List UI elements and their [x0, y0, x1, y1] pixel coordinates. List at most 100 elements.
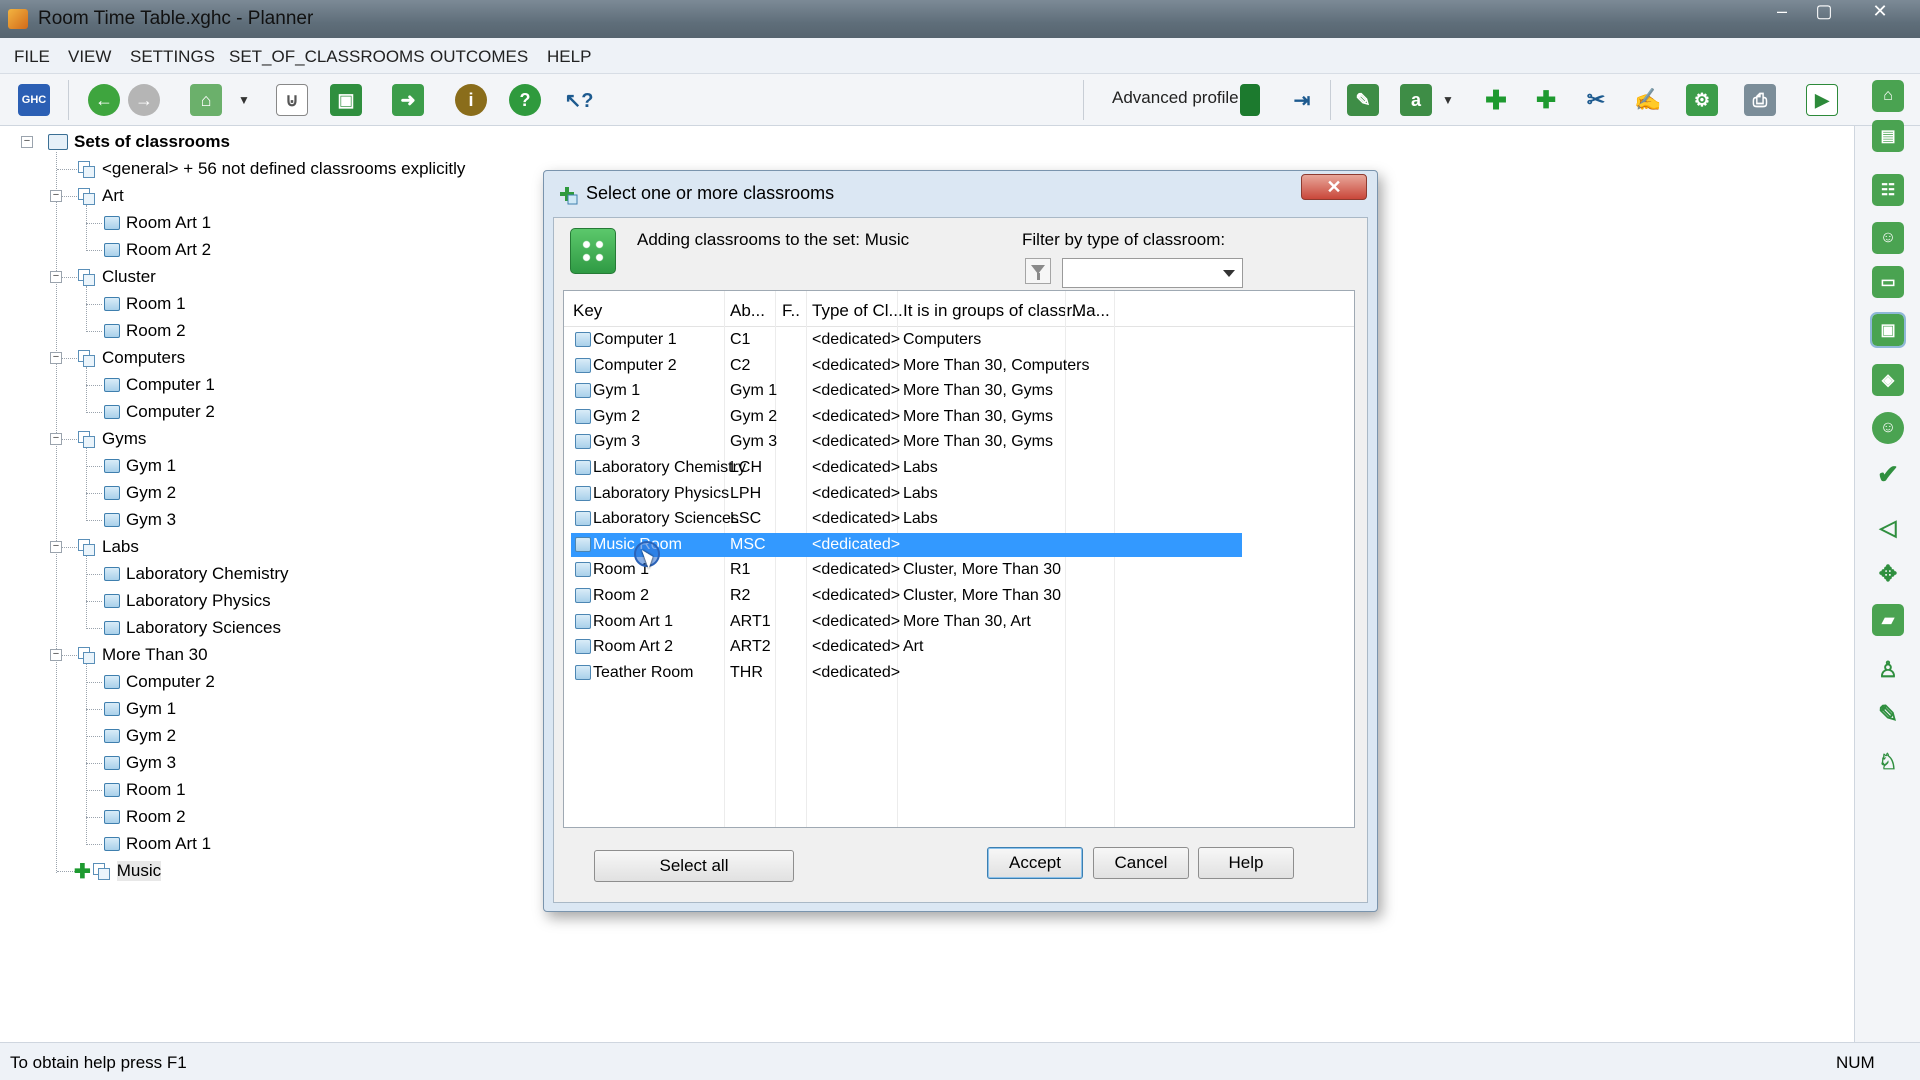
move-icon[interactable]: ✥: [1872, 558, 1904, 590]
table-row[interactable]: Laboratory Physics LPH <dedicated> Labs: [564, 482, 1354, 507]
column-header-abbreviation[interactable]: Ab...: [730, 301, 765, 321]
table-row[interactable]: Room 1 R1 <dedicated> Cluster, More Than 30: [564, 558, 1354, 583]
collapse-toggle-labs[interactable]: −: [50, 541, 62, 553]
tree-room-gym-2[interactable]: Gym 2: [104, 723, 176, 749]
tree-set-general-56-not-defined-classrooms-explicitly[interactable]: <general> + 56 not defined classrooms ex…: [78, 156, 465, 182]
tree-set-music[interactable]: ✚ Music: [74, 858, 162, 884]
tree-set-art[interactable]: Art: [78, 183, 124, 209]
table-row[interactable]: Room Art 1 ART1 <dedicated> More Than 30, A…: [564, 610, 1354, 635]
column-header-ma[interactable]: Ma...: [1072, 301, 1110, 321]
tree-set-more-than-30[interactable]: More Than 30: [78, 642, 208, 668]
menu-set-of-classrooms[interactable]: SET_OF_CLASSROOMS: [229, 47, 425, 67]
classroom-edit-icon[interactable]: ✎: [1347, 84, 1379, 116]
table-row[interactable]: Room 2 R2 <dedicated> Cluster, More Than 30: [564, 584, 1354, 609]
eraser-icon[interactable]: ▰: [1872, 604, 1904, 636]
tree-room-gym-3[interactable]: Gym 3: [104, 750, 176, 776]
user-edit-icon[interactable]: a: [1400, 84, 1432, 116]
minimize-button[interactable]: –: [1762, 0, 1802, 24]
export-icon[interactable]: ➜: [392, 84, 424, 116]
table-row[interactable]: Laboratory Chemistry LCH <dedicated> Labs: [564, 456, 1354, 481]
tree-room-gym-3[interactable]: Gym 3: [104, 507, 176, 533]
dialog-close-button[interactable]: ✕: [1301, 174, 1367, 200]
menu-file[interactable]: FILE: [14, 47, 50, 67]
table-row[interactable]: Computer 1 C1 <dedicated> Computers: [564, 328, 1354, 353]
classrooms-table[interactable]: Key Ab... F.. Type of Cl... It is in gro…: [563, 290, 1355, 828]
collapse-toggle-gyms[interactable]: −: [50, 433, 62, 445]
collapse-toggle-cluster[interactable]: −: [50, 271, 62, 283]
tree-room-gym-1[interactable]: Gym 1: [104, 453, 176, 479]
tree-room-room-2[interactable]: Room 2: [104, 804, 186, 830]
tree-room-room-1[interactable]: Room 1: [104, 777, 186, 803]
filter-icon[interactable]: [1025, 258, 1051, 284]
book-icon[interactable]: ▤: [1872, 120, 1904, 152]
set-icon[interactable]: ⚙: [1686, 84, 1718, 116]
tree-room-laboratory-physics[interactable]: Laboratory Physics: [104, 588, 271, 614]
tree-room-room-1[interactable]: Room 1: [104, 291, 186, 317]
tree-set-gyms[interactable]: Gyms: [78, 426, 146, 452]
table-row[interactable]: Computer 2 C2 <dedicated> More Than 30, Com…: [564, 354, 1354, 379]
menu-view[interactable]: VIEW: [68, 47, 111, 67]
groups-icon[interactable]: ☷: [1872, 174, 1904, 206]
pencil-icon[interactable]: ✎: [1872, 698, 1904, 730]
collapse-toggle-computers[interactable]: −: [50, 352, 62, 364]
run-icon[interactable]: ▶: [1806, 84, 1838, 116]
tree-set-computers[interactable]: Computers: [78, 345, 185, 371]
menu-help[interactable]: HELP: [547, 47, 591, 67]
tree-room-computer-2[interactable]: Computer 2: [104, 399, 215, 425]
forward-icon[interactable]: →: [128, 84, 160, 116]
table-row[interactable]: Gym 2 Gym 2 <dedicated> More Than 30, Gyms: [564, 405, 1354, 430]
column-header-groups[interactable]: It is in groups of classr...: [903, 301, 1085, 321]
table-row[interactable]: Laboratory Sciences LSC <dedicated> Labs: [564, 507, 1354, 532]
tree-root[interactable]: Sets of classrooms: [48, 129, 230, 155]
sets-icon[interactable]: ◈: [1872, 364, 1904, 396]
tree-room-computer-1[interactable]: Computer 1: [104, 372, 215, 398]
tree-room-gym-1[interactable]: Gym 1: [104, 696, 176, 722]
ghc-logo-icon[interactable]: GHC: [18, 84, 50, 116]
tree-room-room-art-2[interactable]: Room Art 2: [104, 237, 211, 263]
table-row[interactable]: Music Room MSC <dedicated>: [564, 532, 1354, 558]
collapse-toggle-art[interactable]: −: [50, 190, 62, 202]
pen-icon[interactable]: ✍: [1632, 84, 1664, 116]
check-icon[interactable]: ✔: [1872, 458, 1904, 490]
dropdown-icon-2[interactable]: ▼: [1440, 84, 1456, 116]
accept-button[interactable]: Accept: [987, 847, 1083, 879]
help-icon[interactable]: ?: [509, 84, 541, 116]
tree-room-room-2[interactable]: Room 2: [104, 318, 186, 344]
tree-room-laboratory-chemistry[interactable]: Laboratory Chemistry: [104, 561, 289, 587]
home-side-icon[interactable]: ⌂: [1872, 80, 1904, 112]
table-row[interactable]: Gym 3 Gym 3 <dedicated> More Than 30, Gyms: [564, 430, 1354, 455]
info-icon[interactable]: i: [455, 84, 487, 116]
menu-settings[interactable]: SETTINGS: [130, 47, 215, 67]
close-window-button[interactable]: ✕: [1860, 0, 1900, 24]
column-header-type[interactable]: Type of Cl...: [812, 301, 903, 321]
arrows-icon[interactable]: ⇥: [1286, 84, 1318, 116]
edit-person-icon[interactable]: ♘: [1872, 746, 1904, 778]
collapse-root-toggle[interactable]: −: [21, 136, 33, 148]
select-all-button[interactable]: Select all: [594, 850, 794, 882]
profile-label[interactable]: Advanced profile: [1112, 88, 1239, 108]
tree-room-laboratory-sciences[interactable]: Laboratory Sciences: [104, 615, 281, 641]
tree-set-labs[interactable]: Labs: [78, 534, 139, 560]
person-icon[interactable]: ♙: [1872, 654, 1904, 686]
collapse-toggle-more-than-30[interactable]: −: [50, 649, 62, 661]
help-button[interactable]: Help: [1198, 847, 1294, 879]
tree-room-room-art-1[interactable]: Room Art 1: [104, 210, 211, 236]
home-icon[interactable]: ⌂: [190, 84, 222, 116]
classroom-type-filter-select[interactable]: [1062, 258, 1243, 288]
table-row[interactable]: Gym 1 Gym 1 <dedicated> More Than 30, Gyms: [564, 379, 1354, 404]
board-icon[interactable]: ▭: [1872, 266, 1904, 298]
tree-set-cluster[interactable]: Cluster: [78, 264, 156, 290]
send-icon[interactable]: ◁: [1872, 512, 1904, 544]
tree-room-room-art-1[interactable]: Room Art 1: [104, 831, 211, 857]
tree-room-computer-2[interactable]: Computer 2: [104, 669, 215, 695]
classrooms-icon[interactable]: ▣: [1870, 312, 1906, 348]
dialog-title-bar[interactable]: Select one or more classrooms ✕: [544, 171, 1377, 215]
column-header-key[interactable]: Key: [573, 301, 602, 321]
add-multiple-icon[interactable]: ✚: [1530, 84, 1562, 116]
add-icon[interactable]: ✚: [1480, 84, 1512, 116]
save-icon[interactable]: ▣: [330, 84, 362, 116]
back-icon[interactable]: ←: [88, 84, 120, 116]
smile-icon[interactable]: ☺: [1872, 412, 1904, 444]
table-row[interactable]: Teather Room THR <dedicated>: [564, 661, 1354, 686]
cut-icon[interactable]: ✂: [1580, 84, 1612, 116]
